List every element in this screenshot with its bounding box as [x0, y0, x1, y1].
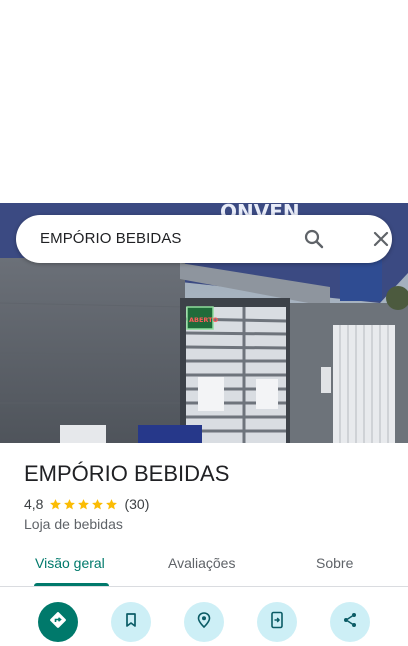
search-icon[interactable]	[302, 227, 326, 251]
nearby-button[interactable]	[184, 602, 224, 642]
bookmark-icon	[122, 611, 140, 634]
tab-overview[interactable]: Visão geral	[35, 555, 105, 571]
review-count[interactable]: (30)	[124, 496, 149, 512]
rating-value: 4,8	[24, 496, 44, 512]
directions-button[interactable]	[38, 602, 78, 642]
active-tab-indicator	[34, 583, 109, 586]
nearby-icon	[194, 610, 214, 635]
star-icon	[78, 498, 90, 509]
share-button[interactable]	[330, 602, 370, 642]
send-to-phone-icon	[268, 611, 286, 634]
action-bar	[0, 588, 408, 646]
send-to-phone-button[interactable]	[257, 602, 297, 642]
share-icon	[341, 611, 359, 634]
star-icon	[50, 498, 62, 509]
map-area-blank	[0, 0, 408, 203]
star-icon	[64, 498, 76, 509]
search-query[interactable]: EMPÓRIO BEBIDAS	[40, 230, 182, 247]
star-rating	[49, 498, 119, 511]
directions-icon	[48, 610, 68, 635]
close-icon[interactable]	[369, 227, 393, 251]
star-icon	[92, 498, 104, 509]
place-tabs: Visão geral Avaliações Sobre	[0, 543, 408, 587]
save-button[interactable]	[111, 602, 151, 642]
rating-row[interactable]: 4,8 (30)	[24, 496, 149, 512]
storefront-sign: ABERTO	[189, 316, 219, 324]
tab-reviews[interactable]: Avaliações	[168, 555, 235, 571]
star-icon	[106, 498, 118, 509]
search-bar[interactable]: EMPÓRIO BEBIDAS	[16, 215, 392, 263]
tab-about[interactable]: Sobre	[316, 555, 353, 571]
place-name: EMPÓRIO BEBIDAS	[24, 461, 230, 486]
place-category[interactable]: Loja de bebidas	[24, 516, 123, 532]
